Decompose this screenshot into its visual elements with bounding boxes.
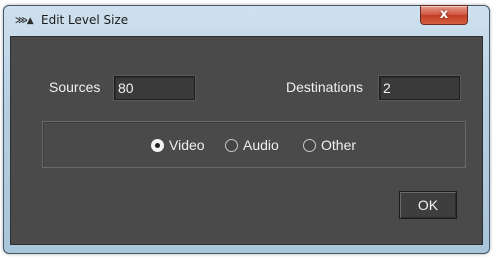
sources-input[interactable]: 80 — [114, 76, 195, 100]
close-icon: x — [439, 7, 449, 22]
radio-video[interactable]: Video — [151, 137, 205, 153]
title-bar[interactable]: ⋙▲ Edit Level Size x — [4, 5, 489, 36]
dialog-window: ⋙▲ Edit Level Size x Sources 80 Destinat… — [3, 5, 490, 254]
ok-button[interactable]: OK — [399, 191, 457, 219]
sources-label: Sources — [49, 79, 101, 95]
close-button[interactable]: x — [420, 5, 468, 25]
radio-other[interactable]: Other — [303, 137, 356, 153]
radio-audio-label: Audio — [243, 137, 279, 153]
radio-audio[interactable]: Audio — [225, 137, 279, 153]
destinations-label: Destinations — [286, 79, 364, 95]
radio-other-label: Other — [321, 137, 357, 153]
radio-button-unchecked[interactable] — [303, 138, 316, 152]
level-type-group: Video Audio Other — [42, 121, 466, 168]
dialog-content: Sources 80 Destinations 2 Video Audio Ot… — [10, 36, 483, 245]
radio-button-checked[interactable] — [151, 138, 164, 152]
radio-video-label: Video — [169, 137, 205, 153]
app-logo-icon: ⋙▲ — [15, 16, 34, 26]
destinations-input[interactable]: 2 — [379, 76, 460, 100]
radio-button-unchecked[interactable] — [225, 138, 238, 152]
window-title: Edit Level Size — [41, 13, 129, 27]
